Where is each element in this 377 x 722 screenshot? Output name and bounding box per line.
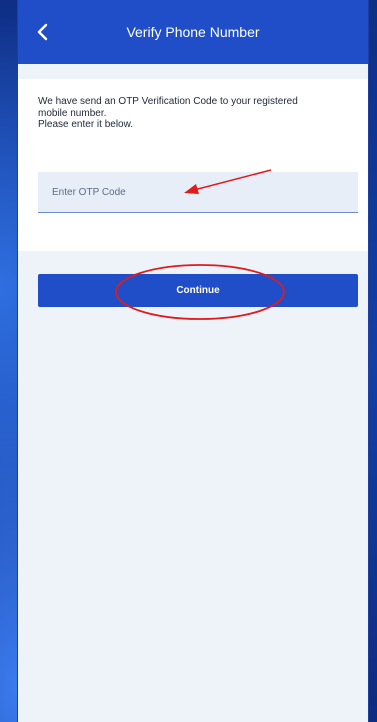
otp-field	[38, 172, 358, 213]
otp-input[interactable]	[38, 172, 358, 212]
instruction-line: We have send an OTP Verification Code to…	[38, 96, 298, 107]
instruction-line: mobile number.	[38, 107, 107, 119]
instruction-text: We have send an OTP Verification Code to…	[38, 96, 360, 131]
page-title: Verify Phone Number	[126, 24, 260, 40]
continue-button[interactable]: Continue	[38, 274, 358, 307]
app-screen: Verify Phone Number We have send an OTP …	[17, 0, 369, 722]
app-header: Verify Phone Number	[18, 0, 368, 64]
otp-card: We have send an OTP Verification Code to…	[18, 79, 368, 251]
instruction-line: Please enter it below.	[38, 119, 134, 130]
